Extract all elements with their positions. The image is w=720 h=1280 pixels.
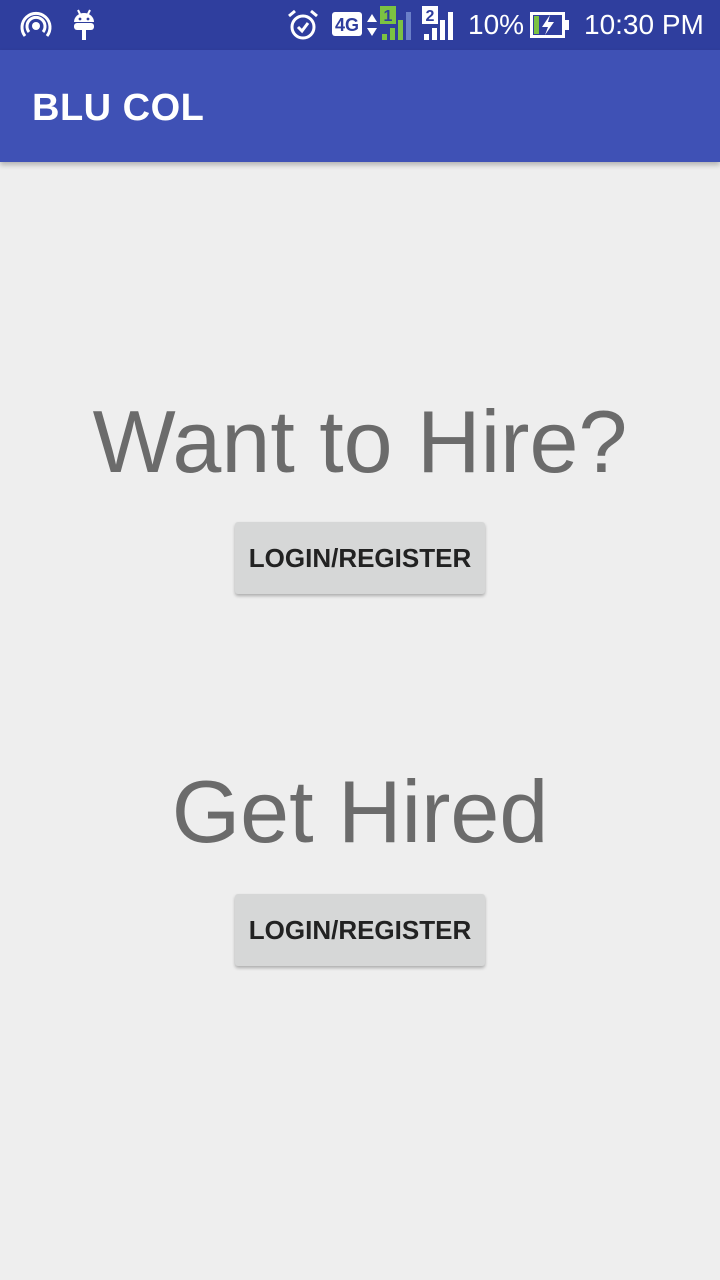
- get-hired-login-register-button[interactable]: LOGIN/REGISTER: [235, 894, 485, 966]
- hire-heading: Want to Hire?: [92, 392, 628, 491]
- app-title: BLU COL: [32, 87, 205, 129]
- status-bar: 4G 1 2 10% 10:30 PM: [0, 0, 720, 50]
- clock-time: 10:30 PM: [584, 9, 704, 40]
- battery-charging-icon: [530, 12, 569, 38]
- network-4g-icon: 4G: [332, 12, 377, 36]
- get-hired-heading: Get Hired: [171, 762, 549, 861]
- network-type-label: 4G: [335, 15, 359, 35]
- alarm-icon: [288, 9, 318, 40]
- hotspot-icon: [20, 11, 52, 37]
- app-bar: BLU COL: [0, 50, 720, 162]
- signal-sim1-icon: 1: [380, 6, 411, 40]
- sim1-label: 1: [384, 8, 393, 25]
- battery-percent: 10%: [468, 9, 525, 40]
- hire-login-register-button[interactable]: LOGIN/REGISTER: [235, 522, 485, 594]
- android-debug-icon: [74, 9, 94, 40]
- signal-sim2-icon: 2: [422, 6, 453, 40]
- sim2-label: 2: [426, 8, 435, 25]
